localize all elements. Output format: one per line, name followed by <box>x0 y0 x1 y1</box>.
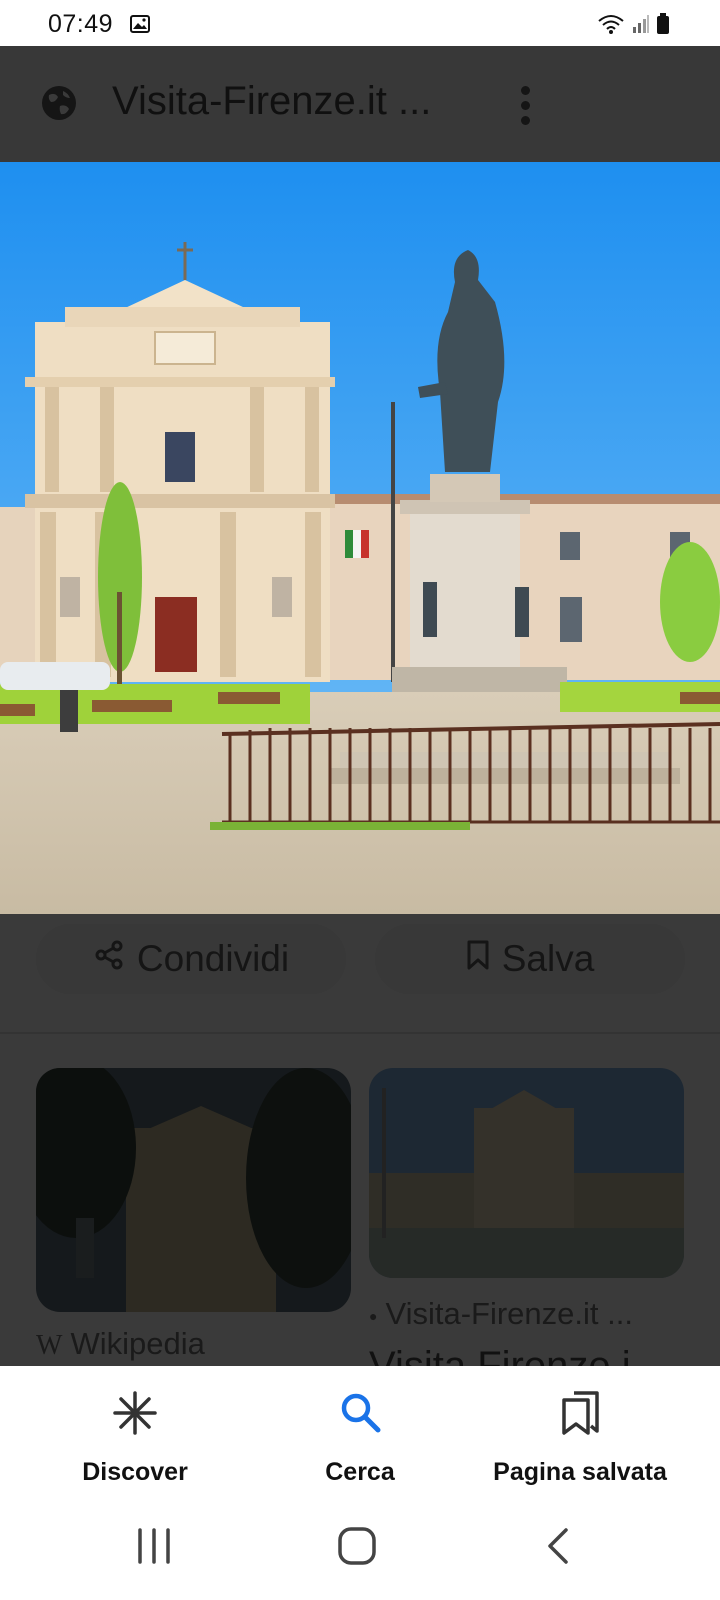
related-results: WWikipedia ● Visita-Firenze.it ... Visita… <box>0 1034 720 1388</box>
save-label: Salva <box>501 938 595 979</box>
nav-search[interactable]: Cerca <box>240 1366 480 1498</box>
page-title: Visita-Firenze.it ... <box>112 79 432 123</box>
status-time: 07:49 <box>48 10 114 38</box>
hero-image <box>0 162 720 914</box>
status-bar: 07:49 <box>0 0 720 46</box>
nav-saved-label: Pagina salvata <box>493 1458 667 1486</box>
nav-discover[interactable]: Discover <box>15 1366 255 1498</box>
wifi-icon <box>596 13 626 40</box>
globe-icon <box>40 84 78 127</box>
more-vert-icon[interactable] <box>519 86 531 126</box>
site-dot-icon: ● <box>369 1307 378 1324</box>
related-image-wikipedia[interactable] <box>36 1068 351 1312</box>
status-icons <box>596 13 670 40</box>
related-source-label: Visita-Firenze.it ... <box>385 1296 633 1331</box>
recents-button[interactable] <box>136 1526 172 1571</box>
share-icon <box>93 938 125 980</box>
nav-discover-label: Discover <box>82 1458 188 1486</box>
bottom-nav: Discover Cerca Pagina salvata <box>0 1366 720 1498</box>
bookmarks-icon <box>560 1390 600 1441</box>
gallery-icon <box>130 15 150 38</box>
related-source-wikipedia[interactable]: W Wikipedia <box>36 1326 205 1362</box>
search-icon <box>338 1390 382 1439</box>
bookmark-icon <box>466 938 490 980</box>
share-label: Condividi <box>136 938 290 979</box>
app-bar: Visita-Firenze.it ... <box>0 46 720 162</box>
related-source-visita-firenze[interactable]: ● Visita-Firenze.it ... <box>369 1296 633 1332</box>
related-source-label: Wikipedia <box>70 1326 205 1361</box>
wikipedia-icon: W <box>36 1330 63 1361</box>
related-image-visita-firenze[interactable] <box>369 1068 684 1278</box>
back-button[interactable] <box>544 1526 572 1571</box>
signal-icon <box>632 14 650 39</box>
asterisk-icon <box>112 1390 158 1441</box>
nav-saved[interactable]: Pagina salvata <box>460 1366 700 1498</box>
battery-icon <box>656 13 670 40</box>
system-nav-bar <box>0 1498 720 1600</box>
save-button[interactable]: Salva <box>375 924 685 994</box>
home-button[interactable] <box>337 1526 377 1571</box>
nav-search-label: Cerca <box>325 1458 395 1486</box>
action-bar: Condividi Salva <box>0 914 720 1032</box>
share-button[interactable]: Condividi <box>36 924 346 994</box>
